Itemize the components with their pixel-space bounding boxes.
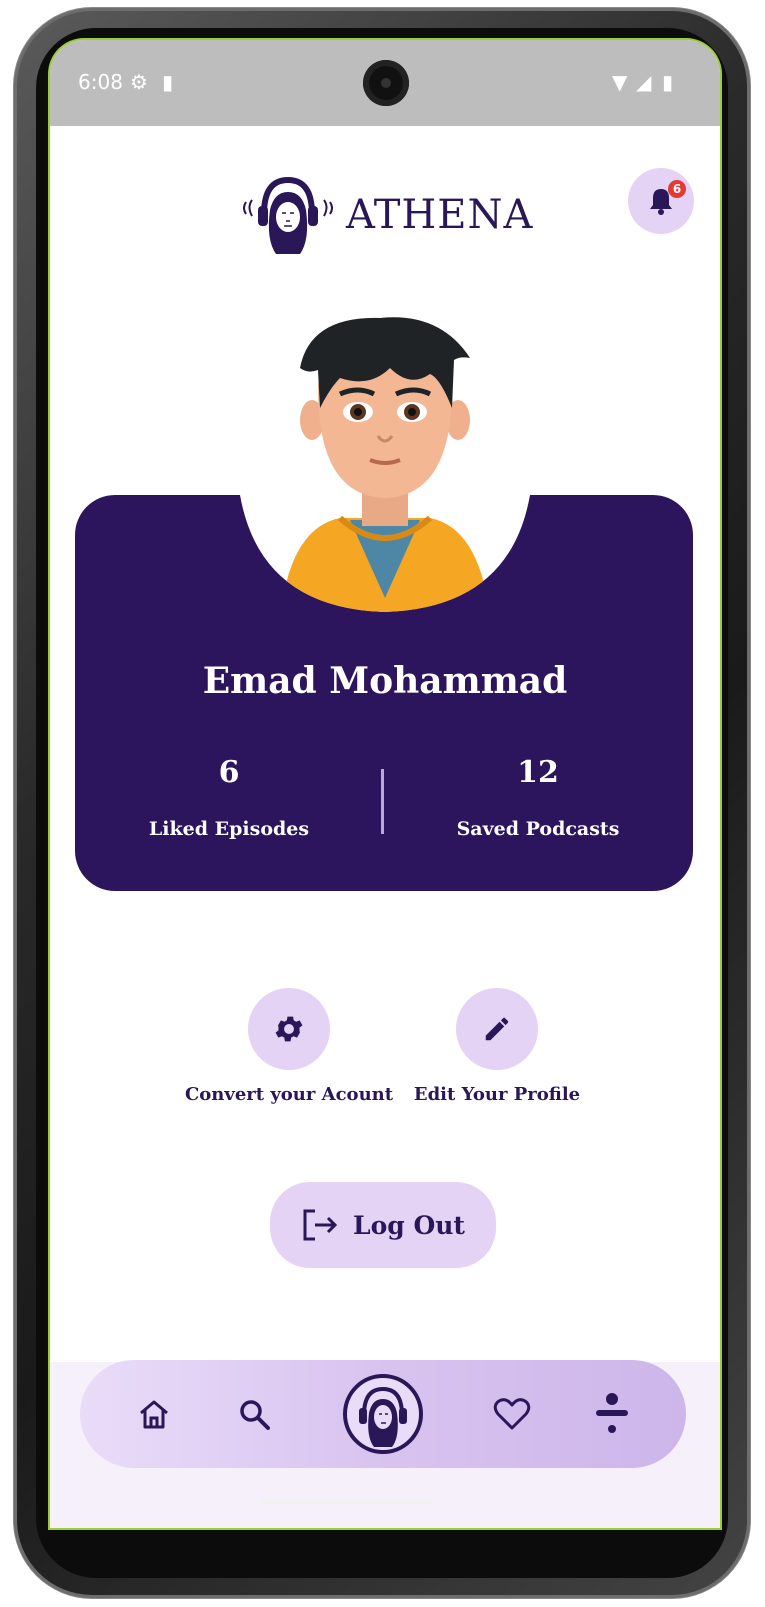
heart-icon bbox=[493, 1398, 531, 1430]
status-time: 6:08 bbox=[78, 70, 123, 94]
nav-athena[interactable] bbox=[342, 1373, 424, 1455]
app-screen: 6:08 ⚙ ▮ ▼ ◢ ▮ ATHENA 6 Emad Mohammad 6 … bbox=[50, 40, 720, 1528]
search-icon bbox=[240, 1400, 270, 1430]
convert-account-button[interactable] bbox=[248, 988, 330, 1070]
logout-label: Log Out bbox=[353, 1210, 465, 1240]
user-avatar bbox=[240, 317, 530, 612]
status-bar: 6:08 ⚙ ▮ ▼ ◢ ▮ bbox=[50, 40, 720, 126]
notification-badge: 6 bbox=[668, 180, 686, 198]
liked-episodes-count: 6 bbox=[218, 755, 240, 790]
gear-icon bbox=[275, 1016, 303, 1042]
athena-headphones-logo bbox=[243, 176, 333, 254]
stats-divider bbox=[381, 769, 384, 834]
signal-icon: ◢ bbox=[636, 70, 652, 94]
saved-podcasts-count: 12 bbox=[517, 755, 559, 790]
nav-search[interactable] bbox=[232, 1392, 276, 1436]
convert-account-label: Convert your Acount bbox=[184, 1084, 394, 1105]
liked-episodes-label: Liked Episodes bbox=[148, 818, 310, 840]
home-icon bbox=[140, 1400, 168, 1429]
user-name: Emad Mohammad bbox=[202, 660, 568, 702]
home-indicator[interactable] bbox=[258, 1498, 434, 1504]
edit-profile-button[interactable] bbox=[456, 988, 538, 1070]
profile-icon bbox=[596, 1393, 628, 1433]
nav-favorites[interactable] bbox=[490, 1392, 534, 1436]
front-camera bbox=[363, 60, 409, 106]
logout-button[interactable]: Log Out bbox=[270, 1182, 496, 1268]
nav-profile[interactable] bbox=[590, 1388, 634, 1440]
edit-profile-label: Edit Your Profile bbox=[413, 1084, 581, 1105]
bottom-nav bbox=[80, 1360, 686, 1468]
nav-home[interactable] bbox=[132, 1392, 176, 1436]
saved-podcasts-label: Saved Podcasts bbox=[456, 818, 620, 840]
settings-sync-icon: ⚙ bbox=[130, 70, 148, 94]
notifications-button[interactable]: 6 bbox=[628, 168, 694, 234]
wifi-icon: ▼ bbox=[612, 70, 628, 94]
logout-icon bbox=[303, 1209, 338, 1241]
battery-icon: ▮ bbox=[662, 70, 674, 94]
athena-logo bbox=[343, 1374, 423, 1454]
app-logo: ATHENA bbox=[238, 170, 533, 260]
pencil-icon bbox=[485, 1017, 509, 1041]
sd-card-icon: ▮ bbox=[162, 70, 174, 94]
app-title: ATHENA bbox=[346, 192, 534, 238]
